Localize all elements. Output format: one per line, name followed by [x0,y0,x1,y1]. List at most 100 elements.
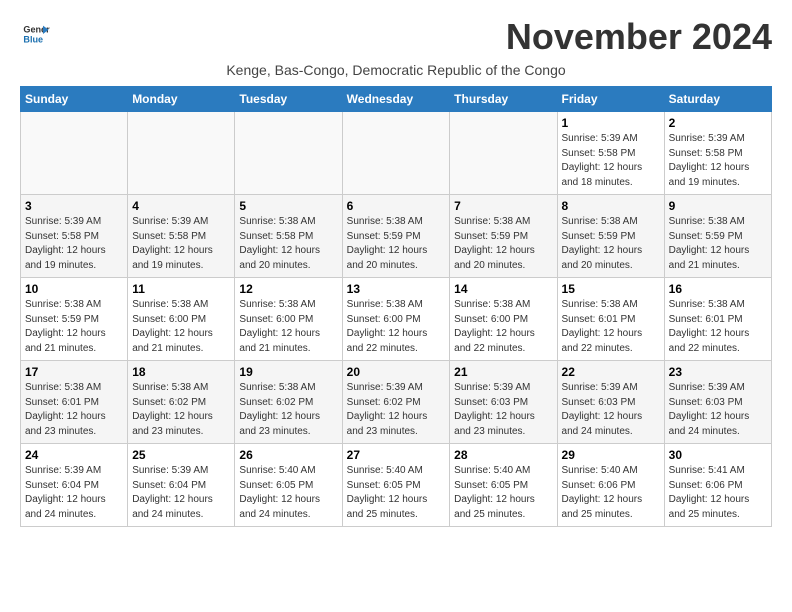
day-cell: 4Sunrise: 5:39 AM Sunset: 5:58 PM Daylig… [128,195,235,278]
day-info: Sunrise: 5:39 AM Sunset: 6:04 PM Dayligh… [132,464,230,522]
day-info: Sunrise: 5:38 AM Sunset: 6:00 PM Dayligh… [239,298,337,356]
day-number: 8 [562,199,660,213]
month-title: November 2024 [506,16,772,58]
day-cell: 16 Sunrise: 5:38 AM Sunset: 6:01 PM Dayli… [664,278,771,361]
svg-text:Blue: Blue [23,34,43,44]
day-cell: 7 Sunrise: 5:38 AM Sunset: 5:59 PM Daylig… [450,195,557,278]
day-info: Sunrise: 5:38 AM Sunset: 5:59 PM Dayligh… [669,215,767,273]
day-info: Sunrise: 5:40 AM Sunset: 6:05 PM Dayligh… [239,464,337,522]
col-header-friday: Friday [557,87,664,112]
day-info: Sunrise: 5:40 AM Sunset: 6:05 PM Dayligh… [454,464,552,522]
day-number: 20 [347,365,446,379]
day-number: 19 [239,365,337,379]
day-cell [450,112,557,195]
day-of-week-header: SundayMondayTuesdayWednesdayThursdayFrid… [21,87,772,112]
day-number: 7 [454,199,552,213]
day-info: Sunrise: 5:39 AM Sunset: 6:03 PM Dayligh… [454,381,552,439]
day-info: Sunrise: 5:39 AM Sunset: 5:58 PM Dayligh… [25,215,123,273]
day-cell: 25 Sunrise: 5:39 AM Sunset: 6:04 PM Dayli… [128,444,235,527]
day-cell: 15 Sunrise: 5:38 AM Sunset: 6:01 PM Dayli… [557,278,664,361]
day-info: Sunrise: 5:38 AM Sunset: 6:00 PM Dayligh… [347,298,446,356]
week-row-5: 24 Sunrise: 5:39 AM Sunset: 6:04 PM Dayli… [21,444,772,527]
day-number: 15 [562,282,660,296]
week-row-2: 3 Sunrise: 5:39 AM Sunset: 5:58 PM Daylig… [21,195,772,278]
day-info: Sunrise: 5:39 AM Sunset: 5:58 PM Dayligh… [669,132,767,190]
day-number: 25 [132,448,230,462]
day-cell: 22 Sunrise: 5:39 AM Sunset: 6:03 PM Dayli… [557,361,664,444]
day-cell: 2 Sunrise: 5:39 AM Sunset: 5:58 PM Daylig… [664,112,771,195]
subtitle: Kenge, Bas-Congo, Democratic Republic of… [20,62,772,78]
day-info: Sunrise: 5:39 AM Sunset: 6:04 PM Dayligh… [25,464,123,522]
day-number: 29 [562,448,660,462]
day-number: 22 [562,365,660,379]
col-header-wednesday: Wednesday [342,87,450,112]
day-cell: 13 Sunrise: 5:38 AM Sunset: 6:00 PM Dayli… [342,278,450,361]
day-number: 21 [454,365,552,379]
day-info: Sunrise: 5:38 AM Sunset: 5:59 PM Dayligh… [25,298,123,356]
day-cell [128,112,235,195]
day-number: 16 [669,282,767,296]
day-cell [342,112,450,195]
day-number: 10 [25,282,123,296]
day-info: Sunrise: 5:39 AM Sunset: 6:02 PM Dayligh… [347,381,446,439]
logo: General Blue [20,20,50,53]
day-info: Sunrise: 5:41 AM Sunset: 6:06 PM Dayligh… [669,464,767,522]
day-number: 2 [669,116,767,130]
day-number: 5 [239,199,337,213]
day-info: Sunrise: 5:38 AM Sunset: 5:59 PM Dayligh… [562,215,660,273]
day-info: Sunrise: 5:38 AM Sunset: 6:02 PM Dayligh… [239,381,337,439]
day-cell: 26Sunrise: 5:40 AM Sunset: 6:05 PM Dayli… [235,444,342,527]
day-cell: 20 Sunrise: 5:39 AM Sunset: 6:02 PM Dayli… [342,361,450,444]
day-cell: 8 Sunrise: 5:38 AM Sunset: 5:59 PM Daylig… [557,195,664,278]
day-cell: 6 Sunrise: 5:38 AM Sunset: 5:59 PM Daylig… [342,195,450,278]
day-number: 17 [25,365,123,379]
day-number: 11 [132,282,230,296]
day-info: Sunrise: 5:38 AM Sunset: 5:59 PM Dayligh… [347,215,446,273]
day-number: 24 [25,448,123,462]
day-info: Sunrise: 5:38 AM Sunset: 6:00 PM Dayligh… [454,298,552,356]
day-number: 27 [347,448,446,462]
day-cell: 12 Sunrise: 5:38 AM Sunset: 6:00 PM Dayli… [235,278,342,361]
day-number: 3 [25,199,123,213]
day-cell: 10 Sunrise: 5:38 AM Sunset: 5:59 PM Dayli… [21,278,128,361]
day-cell: 29 Sunrise: 5:40 AM Sunset: 6:06 PM Dayli… [557,444,664,527]
day-number: 4 [132,199,230,213]
day-info: Sunrise: 5:38 AM Sunset: 6:01 PM Dayligh… [669,298,767,356]
col-header-sunday: Sunday [21,87,128,112]
day-cell: 3 Sunrise: 5:39 AM Sunset: 5:58 PM Daylig… [21,195,128,278]
day-info: Sunrise: 5:38 AM Sunset: 5:58 PM Dayligh… [239,215,337,273]
day-number: 6 [347,199,446,213]
col-header-saturday: Saturday [664,87,771,112]
day-cell: 21 Sunrise: 5:39 AM Sunset: 6:03 PM Dayli… [450,361,557,444]
day-info: Sunrise: 5:39 AM Sunset: 6:03 PM Dayligh… [669,381,767,439]
day-info: Sunrise: 5:38 AM Sunset: 6:02 PM Dayligh… [132,381,230,439]
calendar-table: SundayMondayTuesdayWednesdayThursdayFrid… [20,86,772,527]
logo-icon: General Blue [22,20,50,48]
col-header-monday: Monday [128,87,235,112]
week-row-1: 1 Sunrise: 5:39 AM Sunset: 5:58 PM Daylig… [21,112,772,195]
day-number: 28 [454,448,552,462]
day-info: Sunrise: 5:38 AM Sunset: 5:59 PM Dayligh… [454,215,552,273]
day-info: Sunrise: 5:40 AM Sunset: 6:06 PM Dayligh… [562,464,660,522]
day-number: 1 [562,116,660,130]
day-number: 12 [239,282,337,296]
day-number: 13 [347,282,446,296]
col-header-tuesday: Tuesday [235,87,342,112]
day-info: Sunrise: 5:39 AM Sunset: 5:58 PM Dayligh… [562,132,660,190]
day-number: 9 [669,199,767,213]
day-cell: 17 Sunrise: 5:38 AM Sunset: 6:01 PM Dayli… [21,361,128,444]
day-number: 23 [669,365,767,379]
day-cell: 27Sunrise: 5:40 AM Sunset: 6:05 PM Dayli… [342,444,450,527]
day-number: 14 [454,282,552,296]
week-row-3: 10 Sunrise: 5:38 AM Sunset: 5:59 PM Dayli… [21,278,772,361]
day-cell: 11 Sunrise: 5:38 AM Sunset: 6:00 PM Dayli… [128,278,235,361]
day-info: Sunrise: 5:38 AM Sunset: 6:01 PM Dayligh… [25,381,123,439]
day-info: Sunrise: 5:38 AM Sunset: 6:00 PM Dayligh… [132,298,230,356]
day-cell: 24 Sunrise: 5:39 AM Sunset: 6:04 PM Dayli… [21,444,128,527]
day-cell: 19 Sunrise: 5:38 AM Sunset: 6:02 PM Dayli… [235,361,342,444]
day-cell: 14 Sunrise: 5:38 AM Sunset: 6:00 PM Dayli… [450,278,557,361]
col-header-thursday: Thursday [450,87,557,112]
day-info: Sunrise: 5:38 AM Sunset: 6:01 PM Dayligh… [562,298,660,356]
day-info: Sunrise: 5:39 AM Sunset: 6:03 PM Dayligh… [562,381,660,439]
day-cell: 9 Sunrise: 5:38 AM Sunset: 5:59 PM Daylig… [664,195,771,278]
